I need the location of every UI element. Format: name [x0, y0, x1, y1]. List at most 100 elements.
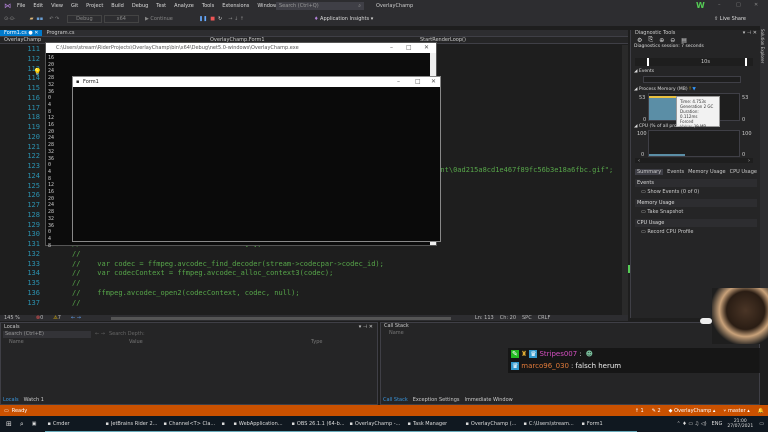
horizontal-scrollbar[interactable] — [110, 316, 451, 320]
menu-item-tools[interactable]: Tools — [202, 3, 214, 9]
close-button[interactable]: ✕ — [754, 2, 758, 8]
section-action[interactable]: ▭ Record CPU Profile — [635, 227, 757, 237]
maximize-button[interactable]: □ — [736, 2, 741, 8]
diag-tab-cpu-usage[interactable]: CPU Usage — [730, 169, 757, 175]
lightbulb-icon[interactable]: 💡 — [33, 68, 42, 76]
pause-icon[interactable]: ❚❚ — [199, 16, 207, 22]
nav-arrows-icon[interactable]: ← → — [71, 315, 81, 321]
stop-icon[interactable]: ■ — [210, 16, 215, 22]
tab-watch1[interactable]: Watch 1 — [24, 397, 44, 403]
export-icon[interactable]: ⎘ — [648, 36, 653, 44]
nav-arrows-icon[interactable]: ← → — [95, 331, 105, 337]
column-header[interactable]: Name — [381, 330, 759, 336]
taskbar-app[interactable]: ▪ Channel<T> Cla... — [160, 416, 219, 432]
project-dropdown[interactable]: OverlayChamp — [4, 37, 41, 43]
zoom-in-icon[interactable]: ⊕ — [659, 37, 664, 44]
menu-item-project[interactable]: Project — [86, 3, 103, 9]
events-section[interactable]: ◢ Events — [631, 69, 654, 74]
restart-icon[interactable]: ↻ — [218, 16, 222, 22]
tab-immediate-window[interactable]: Immediate Window — [464, 397, 512, 403]
tray-icons[interactable]: ⌃ ♦ ▭ ♫ ◁) — [677, 421, 707, 427]
column-header[interactable]: Type — [311, 339, 322, 345]
form1-window[interactable]: ▪ Form1 – □ ✕ — [72, 76, 441, 242]
branch-selector[interactable]: ⑂ master ▴ — [723, 408, 749, 414]
edits-indicator[interactable]: ✎ 2 — [652, 408, 661, 414]
column-header[interactable]: Value — [129, 339, 143, 345]
diag-tab-memory-usage[interactable]: Memory Usage — [688, 169, 726, 175]
reset-icon[interactable]: ▤ — [681, 37, 687, 44]
timeline-handle[interactable] — [745, 58, 747, 66]
tab-locals[interactable]: Locals — [3, 397, 19, 403]
section-action[interactable]: ▭ Show Events (0 of 0) — [635, 187, 757, 197]
taskbar-app[interactable]: ▪ Task Manager — [404, 416, 463, 432]
cpu-section[interactable]: ◢ CPU (% of all processors) — [631, 124, 695, 129]
language-indicator[interactable]: ENG — [712, 421, 723, 427]
taskbar-app[interactable]: ▪ OverlayChamp -... — [346, 416, 405, 432]
menu-item-test[interactable]: Test — [156, 3, 166, 9]
zoom-level[interactable]: 145 % — [4, 315, 20, 321]
cpu-graph[interactable] — [648, 130, 740, 157]
clock[interactable]: 21:00 27/07/2021 — [727, 419, 753, 429]
menu-item-build[interactable]: Build — [111, 3, 124, 9]
taskbar-app[interactable]: ▪ C:\Users\stream... — [520, 416, 579, 432]
app-insights-button[interactable]: ♦ Application Insights ▾ — [314, 16, 373, 22]
config-select[interactable]: Debug — [67, 15, 102, 23]
search-input[interactable]: Search (Ctrl+Q) ⌕ — [276, 2, 364, 10]
search-icon[interactable]: ⌕ — [20, 420, 24, 429]
menu-item-extensions[interactable]: Extensions — [222, 3, 249, 9]
menu-item-file[interactable]: File — [17, 3, 25, 9]
section-action[interactable]: ▭ Take Snapshot — [635, 207, 757, 217]
tab-call-stack[interactable]: Call Stack — [383, 397, 408, 403]
taskbar-app[interactable]: ▪ JetBrains Rider 2... — [102, 416, 161, 432]
save-icon[interactable]: ▪▪ — [36, 16, 43, 22]
panel-controls-icon[interactable]: ▾ ⊣ ✕ — [359, 324, 373, 330]
minimize-button[interactable]: – — [397, 77, 400, 87]
push-indicator[interactable]: ↑ 1 — [635, 408, 644, 414]
vertical-scrollbar[interactable] — [622, 45, 628, 315]
menu-item-git[interactable]: Git — [71, 3, 78, 9]
settings-icon[interactable]: ⚙ — [637, 37, 642, 44]
close-button[interactable]: ✕ — [431, 77, 436, 87]
open-folder-icon[interactable]: ▰ — [30, 16, 34, 22]
platform-select[interactable]: x64 — [103, 15, 139, 23]
taskbar-app[interactable]: ▪ — [218, 416, 231, 432]
start-button[interactable]: ⊞ — [6, 420, 12, 428]
taskbar-app[interactable]: ▪ OBS 26.1.1 (64-b... — [288, 416, 347, 432]
menu-item-window[interactable]: Window — [257, 3, 277, 9]
menu-item-analyze[interactable]: Analyze — [174, 3, 194, 9]
timeline-handle[interactable] — [647, 58, 649, 66]
timeline-ruler[interactable]: 10s — [635, 58, 753, 66]
memory-section[interactable]: ◢ Process Memory (MB) ! ▼ — [631, 87, 696, 92]
repo-selector[interactable]: ◆ OverlayChamp ▴ — [669, 408, 716, 414]
notifications-icon[interactable]: 🔔 — [758, 408, 764, 414]
notification-center-icon[interactable]: ▭ — [759, 421, 764, 427]
back-forward-icon[interactable]: ⊙·⊙· — [4, 16, 16, 22]
menu-item-debug[interactable]: Debug — [132, 3, 148, 9]
continue-button[interactable]: ▶ Continue — [145, 16, 173, 22]
minimize-button[interactable]: – — [390, 43, 393, 53]
panel-controls-icon[interactable]: ▾ ⊣ ✕ — [743, 30, 757, 36]
taskbar-app[interactable]: ▪ Form1 — [578, 416, 637, 432]
taskbar-app[interactable]: ▪ Cmder — [44, 416, 103, 432]
maximize-button[interactable]: □ — [415, 77, 421, 87]
live-share-button[interactable]: ⇪ Live Share — [714, 16, 746, 22]
task-view-icon[interactable]: ▣ — [32, 421, 37, 427]
column-header[interactable]: Name — [9, 339, 24, 345]
tab-exception-settings[interactable]: Exception Settings — [413, 397, 460, 403]
zoom-out-icon[interactable]: ⊖ — [670, 37, 675, 44]
undo-redo-icon[interactable]: ↶ ↷ — [49, 16, 59, 22]
step-icons[interactable]: → ↓ ↑ — [228, 16, 244, 22]
taskbar-app[interactable]: ▪ WebApplication... — [230, 416, 289, 432]
taskbar-app[interactable]: ▪ OverlayChamp (... — [462, 416, 521, 432]
menu-item-edit[interactable]: Edit — [33, 3, 43, 9]
solution-explorer-tab[interactable]: Solution Explorer — [760, 26, 768, 316]
horizontal-scrollbar[interactable]: ‹ › — [635, 158, 753, 164]
diag-tab-events[interactable]: Events — [667, 169, 684, 175]
minimize-button[interactable]: – — [718, 2, 721, 8]
close-button[interactable]: ✕ — [424, 43, 429, 53]
locals-search-input[interactable]: Search (Ctrl+E) — [3, 330, 91, 338]
maximize-button[interactable]: □ — [406, 43, 412, 53]
avatar[interactable]: W — [696, 1, 705, 10]
menu-item-view[interactable]: View — [51, 3, 63, 9]
diag-tab-summary[interactable]: Summary — [635, 168, 664, 175]
